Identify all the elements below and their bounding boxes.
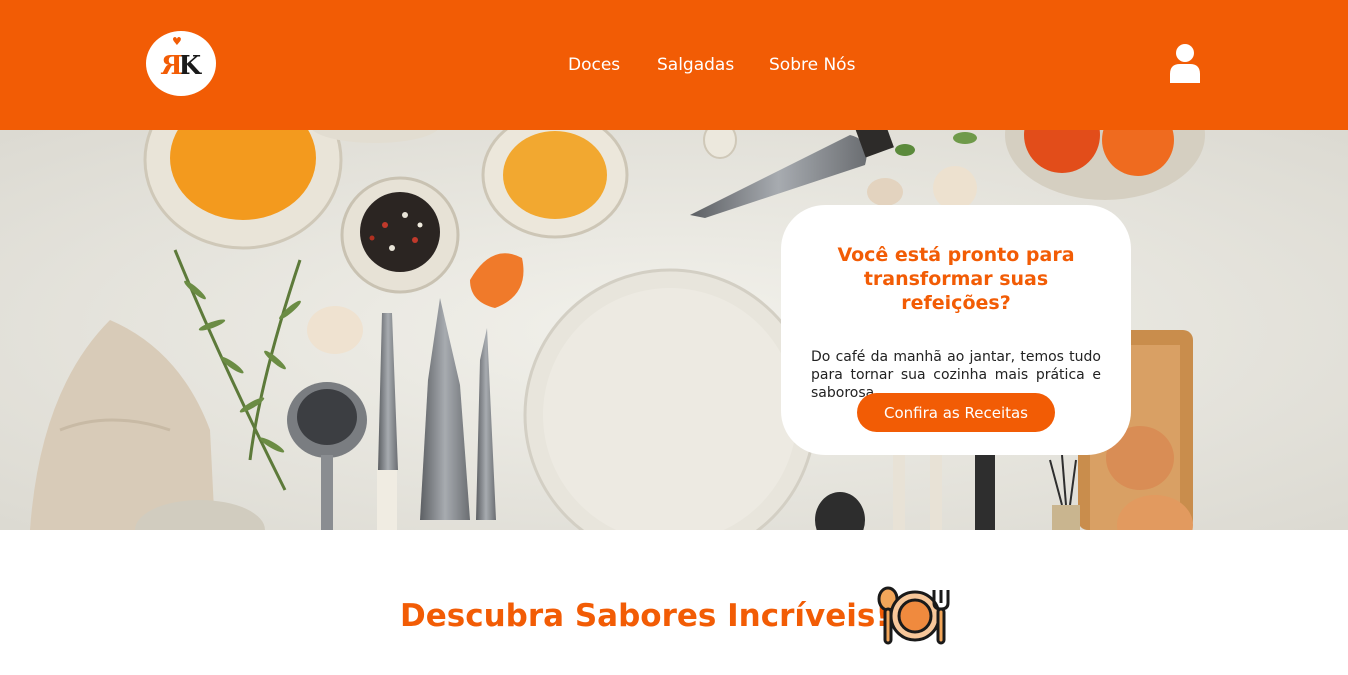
plate-cutlery-icon: [877, 586, 950, 645]
hero-title: Você está pronto para transformar suas r…: [837, 244, 1075, 314]
section-title: Descubra Sabores Incríveis!: [400, 598, 890, 634]
hero-banner: Você está pronto para transformar suas r…: [0, 130, 1348, 530]
hero-card: Você está pronto para transformar suas r…: [781, 205, 1131, 455]
nav-link-doces[interactable]: Doces: [568, 55, 620, 75]
nav-link-sobre-nos[interactable]: Sobre Nós: [769, 55, 855, 75]
site-header: ♥ RK Doces Salgadas Sobre Nós: [0, 0, 1348, 130]
logo-monogram: RK: [160, 51, 202, 81]
see-recipes-button[interactable]: Confira as Receitas: [857, 393, 1055, 432]
brand-logo[interactable]: ♥ RK: [146, 31, 216, 96]
kitchen-flatlay-image: [0, 130, 1348, 530]
user-icon[interactable]: [1169, 43, 1201, 83]
heart-icon: ♥: [172, 35, 182, 48]
nav-link-salgadas[interactable]: Salgadas: [657, 55, 734, 75]
